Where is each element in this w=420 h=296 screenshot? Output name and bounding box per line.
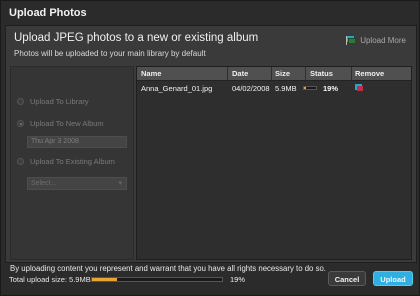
column-header-name[interactable]: Name: [141, 69, 161, 78]
cancel-button[interactable]: Cancel: [328, 271, 366, 286]
upload-more-icon: [346, 36, 357, 45]
select-value: Select...: [31, 180, 57, 187]
total-progress-bar: [91, 277, 223, 282]
table-row[interactable]: Anna_Genard_01.jpg 04/02/2008 5.9MB 19%: [137, 83, 411, 95]
destination-options: Upload To Library Upload To New Album Th…: [10, 66, 134, 260]
radio-icon: [17, 158, 24, 165]
panel-heading: Upload JPEG photos to a new or existing …: [14, 32, 259, 44]
existing-album-select[interactable]: Select... ▾: [27, 177, 127, 190]
table-header: Name Date Size Status Remove: [137, 67, 411, 81]
upload-button[interactable]: Upload: [373, 271, 413, 286]
remove-file-icon[interactable]: [355, 84, 363, 91]
new-album-name-input[interactable]: Thu Apr 3 2008: [27, 136, 127, 148]
column-header-date[interactable]: Date: [232, 69, 248, 78]
panel-subheading: Photos will be uploaded to your main lib…: [14, 49, 206, 58]
column-header-remove[interactable]: Remove: [355, 69, 384, 78]
chevron-down-icon: ▾: [118, 180, 122, 187]
file-size: 5.9MB: [275, 84, 297, 93]
radio-upload-to-library[interactable]: Upload To Library: [17, 97, 89, 106]
radio-label: Upload To Existing Album: [30, 157, 115, 166]
upload-photos-dialog: Upload Photos Upload JPEG photos to a ne…: [0, 0, 420, 296]
file-progress-bar: [303, 86, 317, 90]
radio-label: Upload To Library: [30, 97, 89, 106]
upload-more-button[interactable]: Upload More: [346, 36, 406, 45]
column-header-status[interactable]: Status: [310, 69, 333, 78]
file-date: 04/02/2008: [232, 84, 270, 93]
upload-file-table: Name Date Size Status Remove Anna_Genard…: [136, 66, 412, 260]
radio-icon: [17, 98, 24, 105]
file-name: Anna_Genard_01.jpg: [141, 84, 213, 93]
dialog-title: Upload Photos: [9, 7, 87, 19]
upload-more-label: Upload More: [360, 36, 406, 45]
file-progress-fill: [304, 87, 307, 89]
total-progress-percent: 19%: [230, 275, 246, 284]
upload-panel: Upload JPEG photos to a new or existing …: [5, 25, 417, 273]
radio-label: Upload To New Album: [30, 119, 104, 128]
column-header-size[interactable]: Size: [275, 69, 290, 78]
rights-notice: By uploading content you represent and w…: [10, 264, 326, 273]
radio-upload-to-new-album[interactable]: Upload To New Album: [17, 119, 104, 128]
file-status-percent: 19%: [323, 84, 339, 93]
total-upload-size: Total upload size: 5.9MB: [9, 275, 91, 284]
radio-icon: [17, 120, 24, 127]
total-progress-fill: [92, 278, 117, 281]
radio-upload-to-existing-album[interactable]: Upload To Existing Album: [17, 157, 115, 166]
